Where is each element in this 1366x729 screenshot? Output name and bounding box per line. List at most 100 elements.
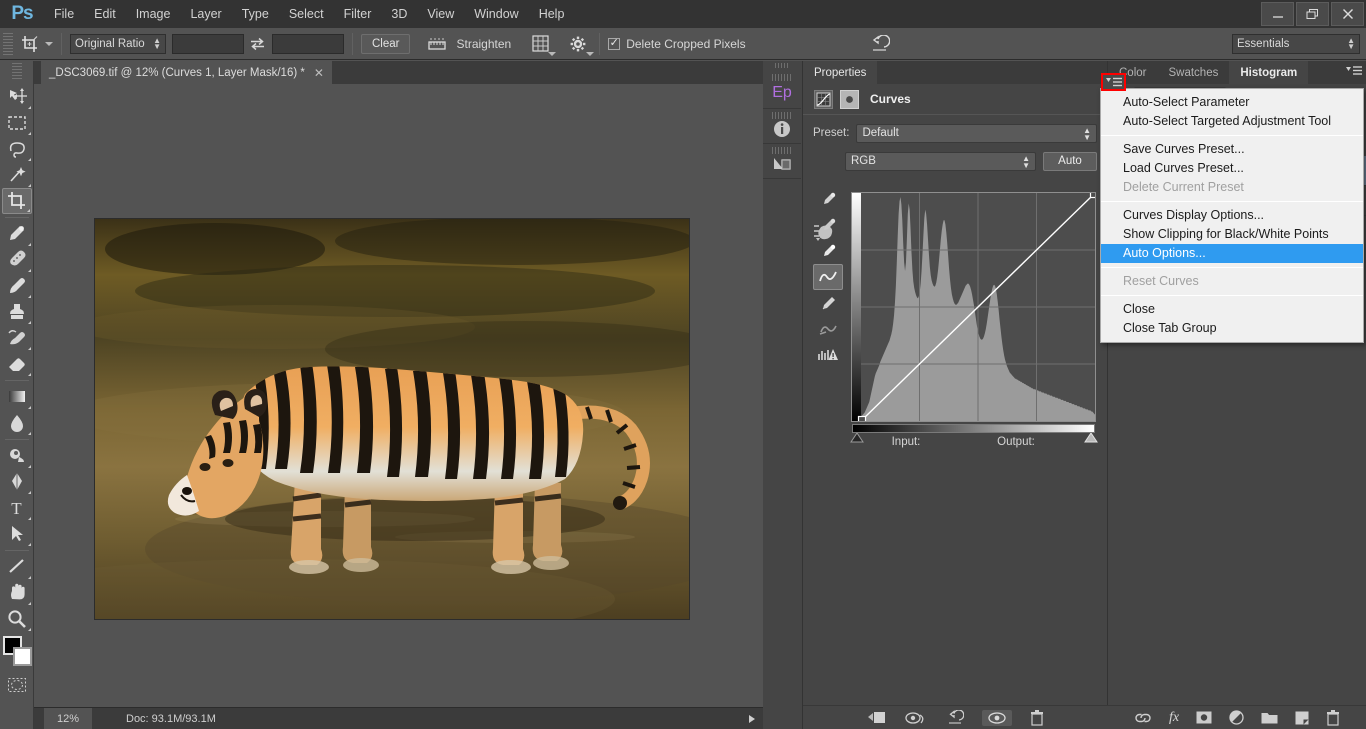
swap-arrows-icon[interactable] (244, 31, 270, 57)
pencil-draw-curve-icon[interactable] (813, 290, 843, 316)
dodge-tool-icon[interactable] (2, 443, 32, 469)
tool-preset-chevron-icon[interactable] (45, 42, 53, 46)
menu-item-layer[interactable]: Layer (180, 0, 231, 28)
menu-option-show-clipping-for-black-white-points[interactable]: Show Clipping for Black/White Points (1101, 225, 1363, 244)
tab-histogram[interactable]: Histogram (1229, 61, 1308, 84)
tab-swatches[interactable]: Swatches (1157, 61, 1229, 84)
blur-tool-icon[interactable] (2, 410, 32, 436)
lasso-tool-icon[interactable] (2, 136, 32, 162)
preset-select[interactable]: Default ▲▼ (856, 124, 1097, 143)
new-adjustment-layer-icon[interactable] (1229, 710, 1244, 725)
line-tool-icon[interactable] (2, 554, 32, 580)
document-tab[interactable]: _DSC3069.tif @ 12% (Curves 1, Layer Mask… (41, 61, 332, 84)
clone-stamp-tool-icon[interactable] (2, 299, 32, 325)
gray-point-eyedropper-icon[interactable] (813, 212, 843, 238)
crop-ratio-select[interactable]: Original Ratio ▲▼ (70, 34, 166, 54)
menu-option-close[interactable]: Close (1101, 300, 1363, 319)
info-panel-icon[interactable] (763, 109, 801, 144)
menu-option-load-curves-preset[interactable]: Load Curves Preset... (1101, 159, 1363, 178)
grid-overlay-icon[interactable] (527, 31, 553, 57)
adjustments-panel-icon[interactable] (763, 144, 801, 179)
exposure-panel-icon[interactable]: Ep (763, 71, 801, 109)
black-point-eyedropper-icon[interactable] (813, 186, 843, 212)
status-expand-arrow-icon[interactable] (749, 715, 755, 723)
menu-item-view[interactable]: View (417, 0, 464, 28)
rectangular-marquee-tool-icon[interactable] (2, 110, 32, 136)
clear-button[interactable]: Clear (361, 34, 410, 54)
curve-point-tool-icon[interactable] (813, 264, 843, 290)
menu-item-3d[interactable]: 3D (381, 0, 417, 28)
eyedropper-tool-icon[interactable] (2, 221, 32, 247)
zoom-level-field[interactable]: 12% (44, 708, 92, 729)
restore-button[interactable] (1296, 2, 1329, 26)
delete-cropped-pixels-checkbox[interactable]: ✓ (608, 38, 620, 50)
layer-mask-icon[interactable] (840, 90, 859, 109)
minimize-button[interactable] (1261, 2, 1294, 26)
curves-adjustment-icon[interactable] (814, 90, 833, 109)
quick-mask-icon[interactable] (2, 672, 32, 698)
color-swatches[interactable] (2, 636, 32, 666)
workspace-select[interactable]: Essentials ▲▼ (1232, 34, 1360, 54)
gradient-tool-icon[interactable] (2, 384, 32, 410)
gear-icon[interactable] (565, 31, 591, 57)
background-color-swatch[interactable] (13, 647, 32, 666)
new-layer-icon[interactable] (1295, 711, 1309, 725)
zoom-tool-icon[interactable] (2, 606, 32, 632)
view-previous-state-icon[interactable] (905, 711, 927, 725)
menu-item-filter[interactable]: Filter (334, 0, 382, 28)
curves-graph[interactable] (851, 192, 1096, 422)
reset-arrow-icon[interactable] (866, 31, 892, 57)
menu-item-image[interactable]: Image (126, 0, 181, 28)
menu-option-curves-display-options[interactable]: Curves Display Options... (1101, 206, 1363, 225)
menu-option-auto-select-parameter[interactable]: Auto-Select Parameter (1101, 93, 1363, 112)
path-selection-tool-icon[interactable] (2, 521, 32, 547)
menu-item-window[interactable]: Window (464, 0, 528, 28)
crop-tool-icon[interactable] (2, 188, 32, 214)
delete-layer-icon[interactable] (1326, 710, 1340, 726)
history-brush-tool-icon[interactable] (2, 325, 32, 351)
menu-item-file[interactable]: File (44, 0, 84, 28)
delete-adjustment-icon[interactable] (1030, 710, 1044, 726)
close-button[interactable] (1331, 2, 1364, 26)
clipping-warning-icon[interactable] (813, 342, 843, 368)
menu-item-select[interactable]: Select (279, 0, 334, 28)
reset-icon[interactable] (945, 710, 964, 725)
toggle-visibility-icon[interactable] (982, 710, 1012, 726)
crop-tool-icon[interactable] (17, 31, 43, 57)
eraser-tool-icon[interactable] (2, 351, 32, 377)
horizontal-type-tool-icon[interactable]: T (2, 495, 32, 521)
properties-flyout-menu[interactable]: Auto-Select ParameterAuto-Select Targete… (1100, 88, 1364, 343)
straighten-label[interactable]: Straighten (456, 37, 511, 51)
add-layer-mask-icon[interactable] (1196, 711, 1212, 724)
smooth-curve-icon[interactable] (813, 316, 843, 342)
tab-properties[interactable]: Properties (803, 61, 877, 84)
panel-menu-icon[interactable] (1346, 65, 1362, 77)
panel-menu-button-highlight[interactable] (1101, 73, 1126, 91)
menu-item-edit[interactable]: Edit (84, 0, 126, 28)
hand-tool-icon[interactable] (2, 580, 32, 606)
menu-option-close-tab-group[interactable]: Close Tab Group (1101, 319, 1363, 338)
brush-tool-icon[interactable] (2, 273, 32, 299)
new-group-icon[interactable] (1261, 711, 1278, 724)
magic-wand-tool-icon[interactable] (2, 162, 32, 188)
canvas[interactable] (34, 84, 763, 706)
document-image[interactable] (95, 219, 689, 619)
menu-option-auto-options[interactable]: Auto Options... (1101, 244, 1363, 263)
menu-option-auto-select-targeted-adjustment-tool[interactable]: Auto-Select Targeted Adjustment Tool (1101, 112, 1363, 131)
channel-select[interactable]: RGB ▲▼ (845, 152, 1036, 171)
crop-width-input[interactable] (172, 34, 244, 54)
pen-tool-icon[interactable] (2, 469, 32, 495)
options-bar-grip[interactable] (3, 33, 13, 55)
move-tool-icon[interactable] (2, 84, 32, 110)
link-layers-icon[interactable] (1134, 712, 1152, 724)
layer-style-fx-icon[interactable]: fx (1169, 710, 1179, 726)
menu-item-type[interactable]: Type (232, 0, 279, 28)
toolbar-grip[interactable] (12, 63, 22, 81)
straighten-icon[interactable] (424, 31, 450, 57)
menu-option-save-curves-preset[interactable]: Save Curves Preset... (1101, 140, 1363, 159)
auto-button[interactable]: Auto (1043, 152, 1097, 171)
menu-item-help[interactable]: Help (529, 0, 575, 28)
white-point-eyedropper-icon[interactable] (813, 238, 843, 264)
spot-healing-brush-tool-icon[interactable] (2, 247, 32, 273)
close-icon[interactable]: ✕ (314, 66, 324, 80)
